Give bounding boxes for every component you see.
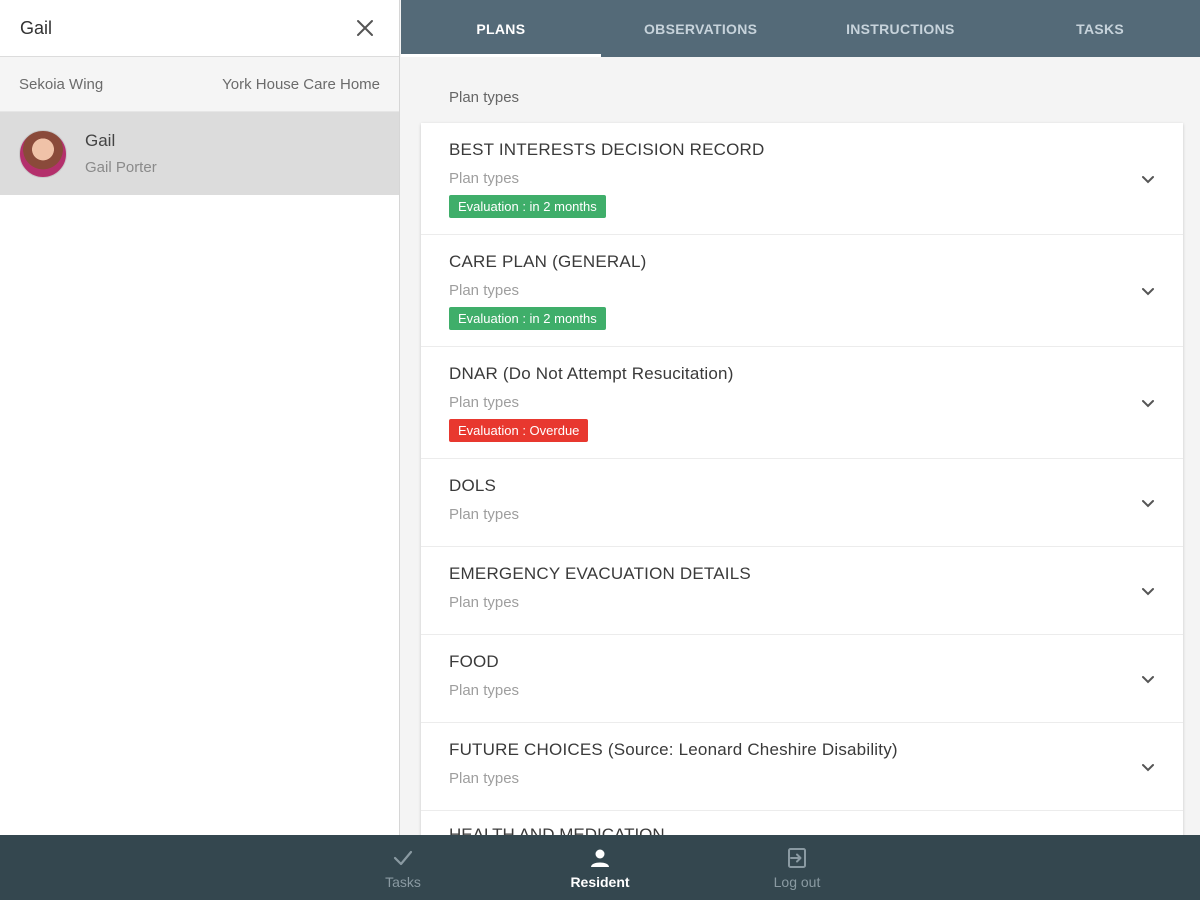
plan-subtitle: Plan types [449, 682, 520, 699]
tab-instructions[interactable]: INSTRUCTIONS [801, 0, 1001, 57]
resident-list-item[interactable]: Gail Gail Porter [0, 112, 399, 195]
plan-item-health-and-medication[interactable]: HEALTH AND MEDICATION [421, 811, 1183, 835]
tab-plans[interactable]: PLANS [401, 0, 601, 57]
plan-list: BEST INTERESTS DECISION RECORD Plan type… [421, 123, 1183, 835]
nav-tasks[interactable]: Tasks [305, 835, 502, 900]
plan-item-dnar[interactable]: DNAR (Do Not Attempt Resucitation) Plan … [421, 347, 1183, 459]
chevron-down-icon[interactable] [1139, 758, 1157, 776]
search-bar [0, 0, 399, 57]
plan-item-food[interactable]: FOOD Plan types [421, 635, 1183, 723]
plan-subtitle: Plan types [449, 282, 520, 299]
logout-icon [788, 847, 806, 868]
plan-subtitle: Plan types [449, 594, 520, 611]
plan-item-emergency-evacuation[interactable]: EMERGENCY EVACUATION DETAILS Plan types [421, 547, 1183, 635]
plan-title: CARE PLAN (GENERAL) [449, 252, 647, 271]
chevron-down-icon[interactable] [1139, 582, 1157, 600]
plan-item-best-interests[interactable]: BEST INTERESTS DECISION RECORD Plan type… [421, 123, 1183, 235]
plan-item-care-plan[interactable]: CARE PLAN (GENERAL) Plan types Evaluatio… [421, 235, 1183, 347]
app-root: Sekoia Wing York House Care Home Gail Ga… [0, 0, 1200, 900]
plan-item-future-choices[interactable]: FUTURE CHOICES (Source: Leonard Cheshire… [421, 723, 1183, 811]
bottom-navigation: Tasks Resident Log out [0, 835, 1200, 900]
nav-resident[interactable]: Resident [502, 835, 699, 900]
plan-title: FUTURE CHOICES (Source: Leonard Cheshire… [449, 740, 898, 759]
chevron-down-icon[interactable] [1139, 170, 1157, 188]
resident-search-panel: Sekoia Wing York House Care Home Gail Ga… [0, 0, 400, 835]
location-row: Sekoia Wing York House Care Home [0, 57, 399, 112]
plan-title: HEALTH AND MEDICATION [449, 825, 665, 835]
care-home-label: York House Care Home [222, 75, 380, 93]
plans-content: Plan types BEST INTERESTS DECISION RECOR… [401, 57, 1200, 835]
plan-title: DNAR (Do Not Attempt Resucitation) [449, 364, 734, 383]
tab-tasks[interactable]: TASKS [1000, 0, 1200, 57]
plan-title: DOLS [449, 476, 497, 495]
evaluation-badge: Evaluation : in 2 months [449, 195, 606, 218]
plan-subtitle: Plan types [449, 770, 520, 787]
nav-label: Resident [570, 873, 630, 890]
plan-title: BEST INTERESTS DECISION RECORD [449, 140, 765, 159]
nav-label: Tasks [385, 873, 421, 890]
section-title: Plan types [449, 89, 520, 106]
plan-item-dols[interactable]: DOLS Plan types [421, 459, 1183, 547]
plan-subtitle: Plan types [449, 394, 520, 411]
chevron-down-icon[interactable] [1139, 282, 1157, 300]
chevron-down-icon[interactable] [1139, 394, 1157, 412]
resident-full-name: Gail Porter [85, 159, 157, 176]
check-icon [393, 850, 413, 865]
wing-label: Sekoia Wing [19, 75, 104, 93]
tab-bar: PLANS OBSERVATIONS INSTRUCTIONS TASKS [401, 0, 1200, 57]
plan-subtitle: Plan types [449, 506, 520, 523]
clear-search-button[interactable] [351, 14, 379, 42]
close-icon [357, 20, 373, 36]
chevron-down-icon[interactable] [1139, 494, 1157, 512]
plan-title: FOOD [449, 652, 499, 671]
evaluation-badge: Evaluation : Overdue [449, 419, 589, 442]
resident-text: Gail Gail Porter [85, 131, 157, 176]
resident-name: Gail [85, 131, 116, 150]
evaluation-badge: Evaluation : in 2 months [449, 307, 606, 330]
nav-label: Log out [773, 873, 821, 890]
plan-title: EMERGENCY EVACUATION DETAILS [449, 564, 751, 583]
search-input[interactable] [20, 17, 351, 39]
tab-observations[interactable]: OBSERVATIONS [601, 0, 801, 57]
avatar [19, 129, 67, 178]
nav-logout[interactable]: Log out [699, 835, 896, 900]
plan-subtitle: Plan types [449, 170, 520, 187]
person-icon [591, 849, 609, 867]
chevron-down-icon[interactable] [1139, 670, 1157, 688]
